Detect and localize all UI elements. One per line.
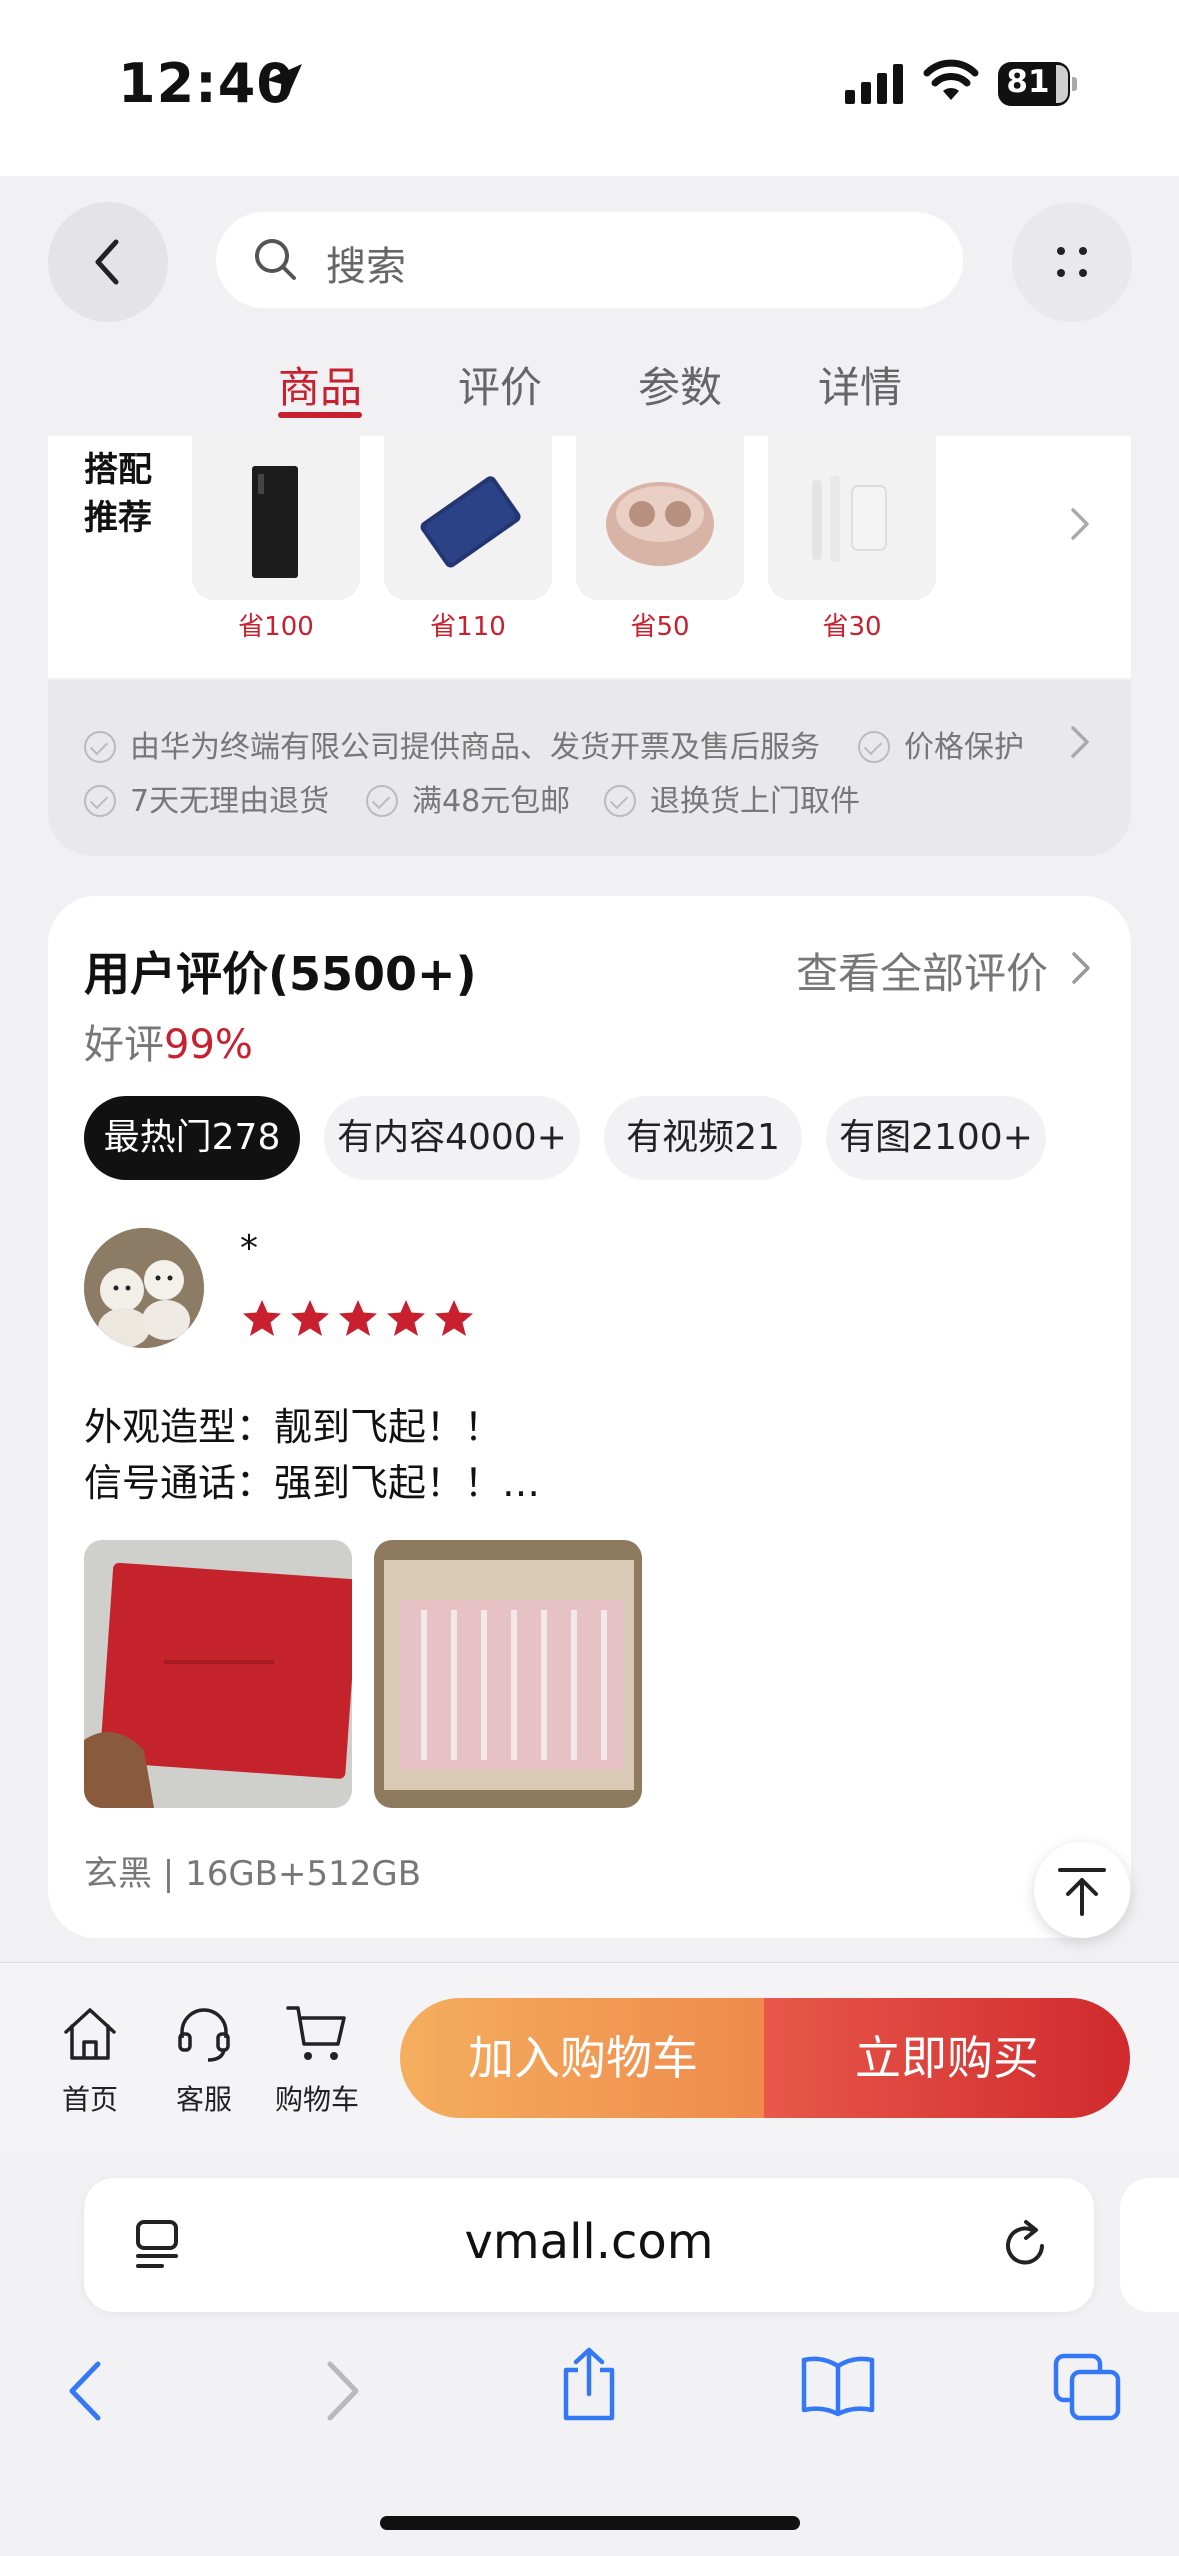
tab-specs[interactable]: 参数 bbox=[620, 354, 740, 415]
packaging-photo bbox=[374, 1540, 642, 1808]
service-item: 退换货上门取件 bbox=[604, 776, 860, 820]
service-item: 价格保护 bbox=[858, 722, 1024, 766]
battery-icon: 81 bbox=[998, 62, 1078, 106]
chevron-right-icon[interactable] bbox=[1065, 722, 1095, 762]
bundle-item-saving: 省30 bbox=[822, 612, 882, 642]
bundle-item-image[interactable] bbox=[192, 436, 360, 600]
tab-details[interactable]: 详情 bbox=[800, 354, 920, 415]
share-icon[interactable] bbox=[556, 2344, 622, 2424]
white-charger-image bbox=[812, 476, 887, 562]
wifi-icon bbox=[923, 59, 979, 100]
filter-chip-with-content[interactable]: 有内容4000+ bbox=[324, 1096, 580, 1180]
bundle-item-image[interactable] bbox=[768, 436, 936, 600]
buy-now-button[interactable]: 立即购买 bbox=[764, 1998, 1130, 2118]
check-circle-icon bbox=[366, 785, 398, 817]
star-icon bbox=[387, 1300, 425, 1336]
url-text[interactable]: vmall.com bbox=[84, 2214, 1094, 2270]
home-icon[interactable] bbox=[58, 2002, 122, 2066]
rating-stars bbox=[243, 1300, 473, 1336]
search-placeholder: 搜索 bbox=[326, 244, 406, 290]
reload-icon[interactable] bbox=[998, 2216, 1054, 2272]
review-text-line: 外观造型：靓到飞起！！ bbox=[84, 1405, 503, 1449]
nav-cart-label[interactable]: 购物车 bbox=[262, 2078, 372, 2118]
chevron-right-icon[interactable] bbox=[1065, 504, 1095, 544]
tab-product[interactable]: 商品 bbox=[260, 354, 380, 415]
red-box-photo bbox=[84, 1540, 352, 1808]
battery-level: 81 bbox=[1006, 64, 1050, 100]
service-item: 满48元包邮 bbox=[366, 776, 570, 820]
browser-forward-icon[interactable] bbox=[316, 2356, 366, 2426]
bookmarks-icon[interactable] bbox=[800, 2352, 876, 2418]
chevron-left-icon bbox=[95, 239, 119, 285]
nav-home-label[interactable]: 首页 bbox=[35, 2078, 145, 2118]
bundle-item-image[interactable] bbox=[576, 436, 744, 600]
tabs-icon[interactable] bbox=[1052, 2352, 1122, 2422]
tab-reviews[interactable]: 评价 bbox=[440, 354, 560, 415]
filter-chip-hottest[interactable]: 最热门278 bbox=[84, 1096, 300, 1180]
headset-icon[interactable] bbox=[172, 2002, 236, 2066]
bundle-item-image[interactable] bbox=[384, 436, 552, 600]
chevron-right-icon[interactable] bbox=[1066, 948, 1096, 988]
home-indicator bbox=[380, 2516, 800, 2530]
product-variant: 玄黑 | 16GB+512GB bbox=[84, 1854, 422, 1894]
nav-service-label[interactable]: 客服 bbox=[149, 2078, 259, 2118]
shopping-cart-icon[interactable] bbox=[284, 2000, 350, 2066]
search-input[interactable]: 搜索 bbox=[216, 212, 963, 308]
good-rate-label: 好评 bbox=[84, 1022, 164, 1068]
back-button[interactable] bbox=[48, 202, 168, 322]
avatar-image bbox=[84, 1228, 204, 1348]
filter-chip-with-video[interactable]: 有视频21 bbox=[604, 1096, 802, 1180]
check-circle-icon bbox=[84, 785, 116, 817]
avatar[interactable] bbox=[84, 1228, 204, 1348]
next-tab-peek[interactable] bbox=[1120, 2178, 1179, 2312]
star-icon bbox=[291, 1300, 329, 1336]
location-arrow-icon bbox=[266, 64, 302, 100]
service-item: 7天无理由退货 bbox=[84, 776, 329, 820]
pink-earbuds-image bbox=[606, 482, 714, 566]
good-rate: 好评99% bbox=[84, 1012, 253, 1070]
four-dots-icon bbox=[1057, 247, 1087, 277]
review-text-line: 信号通话：强到飞起！！… bbox=[84, 1461, 541, 1505]
bundle-item-saving: 省110 bbox=[430, 612, 506, 642]
check-circle-icon bbox=[84, 731, 116, 763]
bundle-item-saving: 省50 bbox=[630, 612, 690, 642]
cellular-signal-icon bbox=[845, 64, 903, 104]
search-icon bbox=[255, 239, 296, 280]
star-icon bbox=[339, 1300, 377, 1336]
blue-ssd-image bbox=[420, 476, 521, 568]
check-circle-icon bbox=[858, 731, 890, 763]
good-rate-value: 99% bbox=[164, 1022, 253, 1068]
review-photo[interactable] bbox=[374, 1540, 642, 1808]
bundle-item-saving: 省100 bbox=[238, 612, 314, 642]
view-all-reviews-link[interactable]: 查看全部评价 bbox=[796, 940, 1048, 1001]
desktop-tower-image bbox=[252, 466, 298, 578]
reviewer-name: * bbox=[240, 1228, 258, 1269]
reviews-title: 用户评价(5500+) bbox=[84, 947, 477, 1001]
more-menu-button[interactable] bbox=[1012, 202, 1132, 322]
star-icon bbox=[435, 1300, 473, 1336]
check-circle-icon bbox=[604, 785, 636, 817]
star-icon bbox=[243, 1300, 281, 1336]
review-photo[interactable] bbox=[84, 1540, 352, 1808]
active-tab-indicator bbox=[278, 412, 362, 418]
add-to-cart-button[interactable]: 加入购物车 bbox=[400, 1998, 766, 2118]
back-to-top-button[interactable] bbox=[1034, 1842, 1130, 1938]
browser-back-icon[interactable] bbox=[62, 2356, 112, 2426]
filter-chip-with-images[interactable]: 有图2100+ bbox=[826, 1096, 1046, 1180]
arrow-up-to-top-icon bbox=[1058, 1868, 1106, 1916]
service-item: 由华为终端有限公司提供商品、发货开票及售后服务 bbox=[84, 722, 820, 766]
bundle-title: 搭配推荐 bbox=[84, 450, 152, 538]
service-guarantee-box bbox=[48, 680, 1131, 856]
